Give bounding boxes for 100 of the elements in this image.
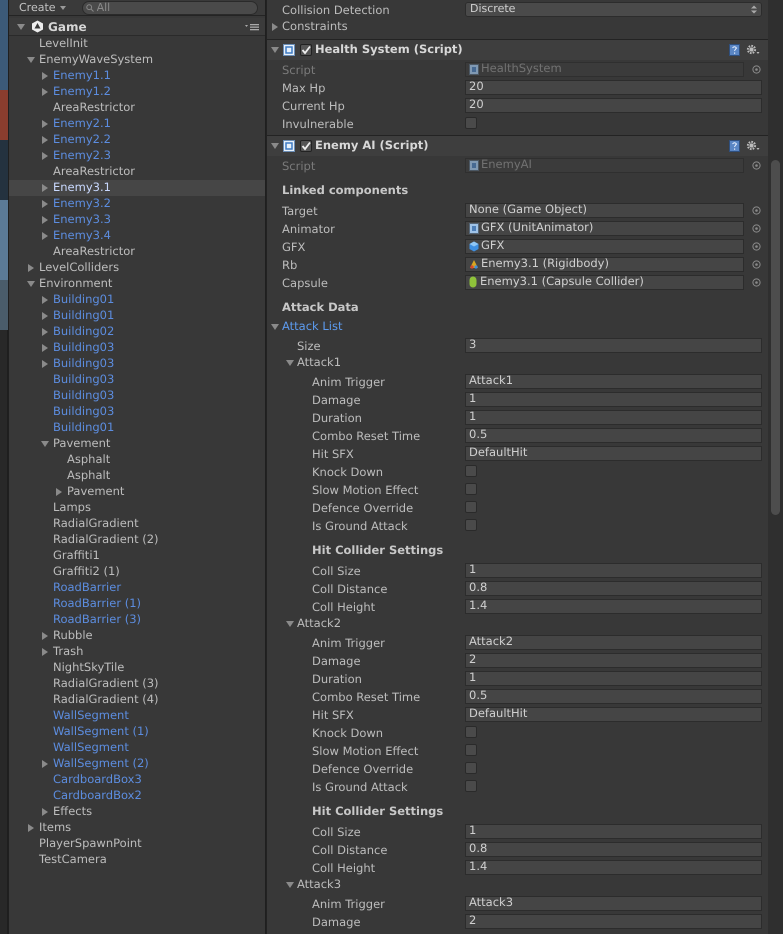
component-header[interactable]: Health System (Script) — [267, 39, 768, 60]
hierarchy-item[interactable]: RadialGradient (4) — [9, 692, 265, 708]
text-field[interactable]: 3 — [465, 338, 762, 352]
text-field[interactable]: 0.5 — [465, 428, 762, 442]
expanded-arrow-icon[interactable] — [271, 46, 279, 54]
hierarchy-item[interactable]: Building03 — [9, 340, 265, 356]
collapsed-arrow-icon[interactable] — [27, 824, 35, 832]
checkbox[interactable] — [465, 780, 477, 792]
hierarchy-item[interactable]: Enemy3.4 — [9, 228, 265, 244]
object-field[interactable]: None (Game Object) — [465, 202, 744, 218]
hierarchy-item[interactable]: Graffiti2 (1) — [9, 564, 265, 580]
object-field[interactable]: GFX — [465, 238, 744, 254]
hierarchy-item[interactable]: Pavement — [9, 484, 265, 500]
text-field[interactable]: 2 — [465, 652, 762, 668]
hierarchy-item[interactable]: RoadBarrier (3) — [9, 612, 265, 628]
hierarchy-item[interactable]: Graffiti1 — [9, 548, 265, 564]
settings-icon[interactable] — [746, 44, 760, 56]
checkbox[interactable] — [465, 726, 477, 738]
collapsed-arrow-icon[interactable] — [41, 648, 49, 656]
hierarchy-item[interactable]: CardboardBox2 — [9, 788, 265, 804]
menu-icon[interactable] — [245, 22, 259, 30]
hierarchy-item[interactable]: Asphalt — [9, 468, 265, 484]
collapsed-arrow-icon[interactable] — [41, 312, 49, 320]
hierarchy-item[interactable]: Enemy3.1 — [9, 180, 265, 196]
checkbox[interactable] — [465, 465, 477, 477]
hierarchy-item[interactable]: WallSegment (1) — [9, 724, 265, 740]
collapsed-arrow-icon[interactable] — [41, 152, 49, 160]
hierarchy-item[interactable]: Trash — [9, 644, 265, 660]
text-field[interactable]: 0.5 — [465, 688, 762, 704]
expanded-arrow-icon[interactable] — [17, 22, 25, 30]
text-field[interactable]: 1.4 — [465, 860, 762, 874]
hierarchy-item[interactable]: Enemy3.3 — [9, 212, 265, 228]
collapsed-arrow-icon[interactable] — [41, 72, 49, 80]
text-field[interactable]: 0.8 — [465, 842, 762, 856]
hierarchy-item[interactable]: Building03 — [9, 404, 265, 420]
hierarchy-item[interactable]: CardboardBox3 — [9, 772, 265, 788]
hierarchy-item[interactable]: Building02 — [9, 324, 265, 340]
collapsed-arrow-icon[interactable] — [271, 23, 279, 31]
hierarchy-item[interactable]: RadialGradient (2) — [9, 532, 265, 548]
collapsed-arrow-icon[interactable] — [41, 216, 49, 224]
hierarchy-item[interactable]: PlayerSpawnPoint — [9, 836, 265, 852]
hierarchy-item[interactable]: Enemy1.2 — [9, 84, 265, 100]
expanded-arrow-icon[interactable] — [286, 881, 294, 889]
checkbox[interactable] — [465, 762, 477, 774]
object-field[interactable]: GFX (UnitAnimator) — [465, 220, 744, 236]
text-field[interactable]: Attack3 — [465, 896, 762, 910]
collapsed-arrow-icon[interactable] — [27, 264, 35, 272]
hierarchy-item[interactable]: Rubble — [9, 628, 265, 644]
collapsed-arrow-icon[interactable] — [41, 184, 49, 192]
checkbox[interactable] — [465, 501, 477, 513]
text-field[interactable]: 1 — [465, 410, 762, 424]
hierarchy-item[interactable]: Building01 — [9, 420, 265, 436]
object-picker-icon[interactable] — [752, 64, 761, 74]
text-field[interactable]: Attack2 — [465, 634, 762, 650]
collapsed-arrow-icon[interactable] — [41, 88, 49, 96]
hierarchy-item[interactable]: NightSkyTile — [9, 660, 265, 676]
text-field[interactable]: 1 — [465, 670, 762, 686]
text-field[interactable]: 0.8 — [465, 580, 762, 596]
text-field[interactable]: Attack1 — [465, 374, 762, 388]
text-field[interactable]: DefaultHit — [465, 446, 762, 460]
hierarchy-item[interactable]: Effects — [9, 804, 265, 820]
foldout-label[interactable]: Attack3 — [297, 876, 342, 894]
component-header[interactable]: Enemy AI (Script) — [267, 135, 768, 156]
expanded-arrow-icon[interactable] — [271, 323, 279, 331]
hierarchy-item[interactable]: Environment — [9, 276, 265, 292]
text-field[interactable]: 20 — [465, 80, 762, 94]
hierarchy-item[interactable]: WallSegment — [9, 740, 265, 756]
help-icon[interactable] — [729, 44, 740, 56]
hierarchy-item[interactable]: AreaRestrictor — [9, 100, 265, 116]
search-field[interactable]: All — [82, 0, 258, 14]
expanded-arrow-icon[interactable] — [271, 142, 279, 150]
enabled-checkbox[interactable] — [300, 44, 312, 56]
text-field[interactable]: 1 — [465, 392, 762, 406]
collapsed-arrow-icon[interactable] — [41, 360, 49, 368]
checkbox[interactable] — [465, 117, 477, 129]
enabled-checkbox[interactable] — [300, 140, 312, 152]
collapsed-arrow-icon[interactable] — [41, 632, 49, 640]
expanded-arrow-icon[interactable] — [286, 620, 294, 628]
text-field[interactable]: DefaultHit — [465, 706, 762, 722]
hierarchy-item[interactable]: Items — [9, 820, 265, 836]
checkbox[interactable] — [465, 519, 477, 531]
hierarchy-item[interactable]: Lamps — [9, 500, 265, 516]
hierarchy-item[interactable]: RadialGradient (3) — [9, 676, 265, 692]
hierarchy-item[interactable]: LevelInit — [9, 36, 265, 52]
collapsed-arrow-icon[interactable] — [41, 328, 49, 336]
create-button[interactable]: Create — [19, 0, 66, 14]
settings-icon[interactable] — [746, 140, 760, 152]
foldout-label[interactable]: Attack List — [282, 318, 342, 336]
hierarchy-item[interactable]: AreaRestrictor — [9, 244, 265, 260]
hierarchy-item[interactable]: Building03 — [9, 388, 265, 404]
collapsed-arrow-icon[interactable] — [55, 488, 63, 496]
collapsed-arrow-icon[interactable] — [41, 136, 49, 144]
collapsed-arrow-icon[interactable] — [41, 200, 49, 208]
hierarchy-item[interactable]: AreaRestrictor — [9, 164, 265, 180]
hierarchy-item[interactable]: LevelColliders — [9, 260, 265, 276]
hierarchy-item[interactable]: Enemy2.1 — [9, 116, 265, 132]
hierarchy-item[interactable]: WallSegment (2) — [9, 756, 265, 772]
text-field[interactable]: 1.4 — [465, 598, 762, 614]
hierarchy-item[interactable]: Pavement — [9, 436, 265, 452]
collapsed-arrow-icon[interactable] — [41, 232, 49, 240]
